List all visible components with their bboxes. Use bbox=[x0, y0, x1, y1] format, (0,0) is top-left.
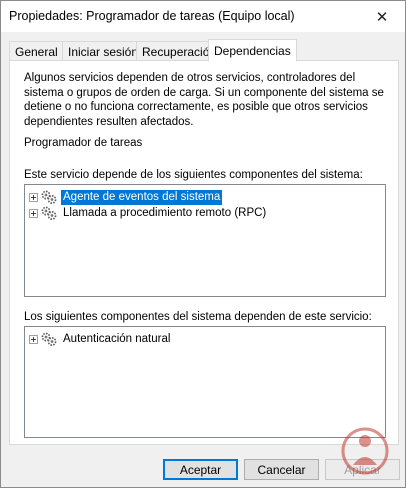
close-icon: ✕ bbox=[375, 8, 389, 26]
tree-item[interactable]: Autenticación natural bbox=[29, 331, 172, 347]
service-gear-icon bbox=[41, 332, 57, 346]
tab-panel-dependencias: Algunos servicios dependen de otros serv… bbox=[9, 60, 399, 445]
expand-plus-icon[interactable] bbox=[29, 192, 38, 202]
tab-dependencias[interactable]: Dependencias bbox=[208, 39, 297, 62]
depends-on-label: Este servicio depende de los siguientes … bbox=[24, 169, 363, 181]
tree-item-label: Autenticación natural bbox=[63, 332, 171, 345]
tree-item-label: Agente de eventos del sistema bbox=[61, 189, 223, 205]
close-button[interactable]: ✕ bbox=[359, 1, 405, 32]
tree-item[interactable]: Agente de eventos del sistema bbox=[29, 189, 223, 205]
title-bar[interactable]: Propiedades: Programador de tareas (Equi… bbox=[1, 1, 405, 32]
expand-plus-icon[interactable] bbox=[29, 334, 38, 344]
cancel-button[interactable]: Cancelar bbox=[244, 459, 319, 480]
tree-item[interactable]: Llamada a procedimiento remoto (RPC) bbox=[29, 205, 268, 221]
dependents-label: Los siguientes componentes del sistema d… bbox=[24, 311, 372, 323]
expand-plus-icon[interactable] bbox=[29, 208, 38, 218]
service-gear-icon bbox=[41, 206, 57, 220]
description-text: Algunos servicios dependen de otros serv… bbox=[24, 72, 384, 128]
dependents-tree[interactable]: Autenticación natural bbox=[24, 326, 386, 438]
apply-button[interactable]: Aplicar bbox=[325, 459, 400, 480]
tab-general[interactable]: General bbox=[9, 41, 64, 61]
tab-iniciar-sesion[interactable]: Iniciar sesión bbox=[62, 41, 145, 61]
service-name: Programador de tareas bbox=[24, 137, 143, 149]
tab-strip: General Iniciar sesión Recuperación Depe… bbox=[9, 39, 399, 62]
window-title: Propiedades: Programador de tareas (Equi… bbox=[9, 9, 295, 23]
depends-on-tree[interactable]: Agente de eventos del sistema Llamada a … bbox=[24, 184, 386, 297]
accept-button[interactable]: Aceptar bbox=[163, 459, 238, 480]
properties-dialog: Propiedades: Programador de tareas (Equi… bbox=[0, 0, 406, 488]
tree-item-label: Llamada a procedimiento remoto (RPC) bbox=[63, 206, 267, 219]
service-gear-icon bbox=[41, 190, 57, 204]
